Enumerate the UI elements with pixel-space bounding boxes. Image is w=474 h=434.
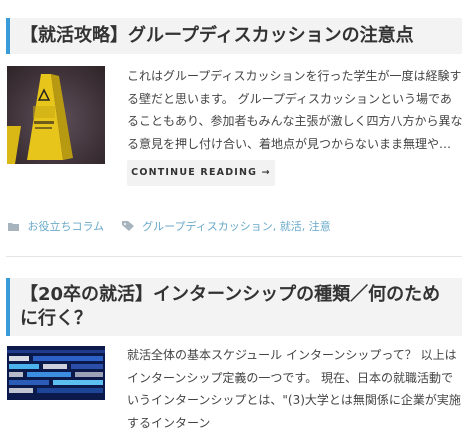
tag-icon: [121, 221, 134, 231]
caution-sign-image: [7, 66, 105, 164]
post-excerpt: これはグループディスカッションを行った学生が一度は経験する壁だと思います。 グル…: [127, 69, 463, 151]
post-meta: お役立ちコラム グループディスカッション, 就活, 注意: [8, 218, 331, 234]
tag-links[interactable]: グループディスカッション, 就活, 注意: [142, 220, 331, 233]
post-title-link[interactable]: 【20卒の就活】インターンシップの種類／何のために行く？: [20, 284, 440, 329]
continue-reading-button[interactable]: CONTINUE READING →: [127, 160, 275, 186]
post-thumbnail[interactable]: [7, 66, 105, 164]
schedule-chart-image: [7, 346, 105, 400]
post-title[interactable]: 【20卒の就活】インターンシップの種類／何のために行く？: [6, 278, 462, 336]
post-title[interactable]: 【就活攻略】グループディスカッションの注意点: [6, 18, 462, 54]
post-thumbnail[interactable]: [7, 346, 105, 400]
post-divider: [6, 256, 462, 257]
post-title-link[interactable]: 【就活攻略】グループディスカッションの注意点: [20, 25, 414, 46]
folder-icon: [8, 222, 19, 231]
post-excerpt: 就活全体の基本スケジュール インターンシップって？ 以上はインターンシップ定義の…: [127, 348, 461, 430]
category-link[interactable]: お役立ちコラム: [28, 220, 105, 233]
